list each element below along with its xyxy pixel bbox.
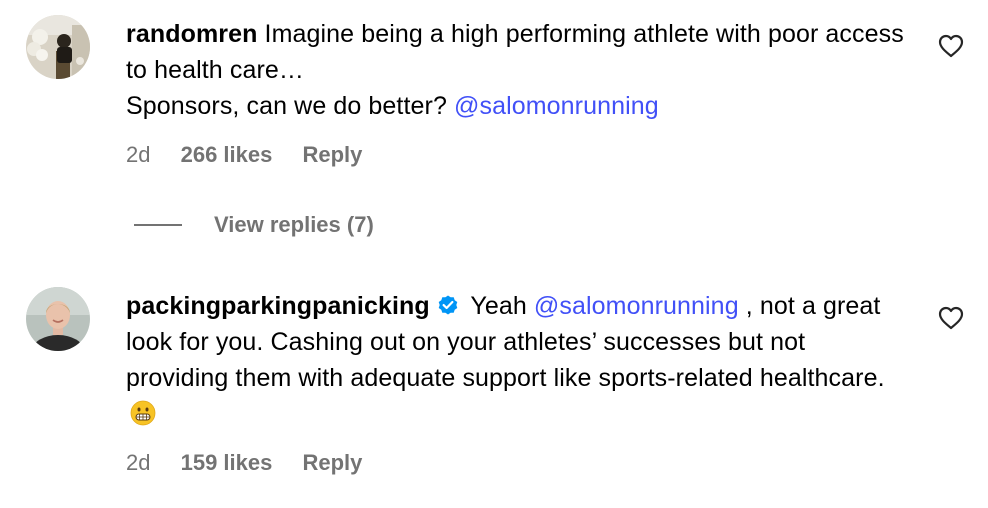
view-replies-label: View replies (7) [214,212,374,237]
avatar-photo-icon [26,287,90,351]
comment-meta: 2d 159 likes Reply [126,450,362,476]
heart-icon[interactable] [938,306,964,330]
mention-link[interactable]: @salomonrunning [454,92,659,120]
heart-icon[interactable] [938,34,964,58]
timestamp[interactable]: 2d [126,450,150,476]
grimacing-face-emoji-icon [130,400,156,426]
view-replies-button[interactable]: View replies (7) [134,212,374,238]
reply-button[interactable]: Reply [302,142,362,168]
comment-meta: 2d 266 likes Reply [126,142,362,168]
reply-button[interactable]: Reply [302,450,362,476]
avatar-photo-icon [26,15,90,79]
comment-randomren: randomren Imagine being a high performin… [0,0,988,190]
verified-badge-icon [438,295,458,315]
comment-text-line2: Sponsors, can we do better? [126,92,447,120]
likes-count[interactable]: 159 likes [181,450,273,476]
timestamp[interactable]: 2d [126,142,150,168]
mention-link[interactable]: @salomonrunning [534,292,739,320]
avatar[interactable] [26,287,90,351]
username[interactable]: packingparkingpanicking [126,292,430,320]
username[interactable]: randomren [126,20,257,48]
comment-text-lead: Yeah [470,292,527,320]
avatar[interactable] [26,15,90,79]
comment-body: packingparkingpanicking Yeah @salomonrun… [126,288,906,432]
replies-divider-line [134,224,182,226]
comment-body: randomren Imagine being a high performin… [126,16,906,124]
likes-count[interactable]: 266 likes [181,142,273,168]
comment-packingparkingpanicking: packingparkingpanicking Yeah @salomonrun… [0,270,988,508]
